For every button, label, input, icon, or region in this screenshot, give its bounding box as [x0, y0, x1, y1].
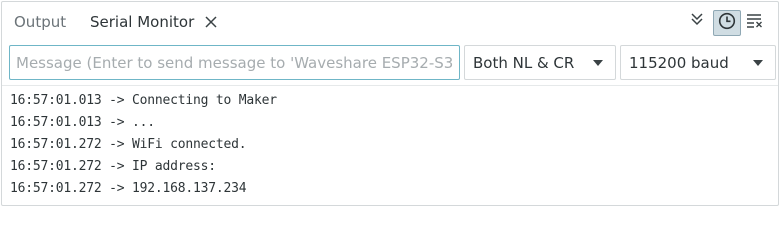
chevron-down-icon — [593, 59, 603, 66]
tab-output[interactable]: Output — [14, 2, 66, 42]
toggle-timestamp-button[interactable] — [713, 10, 741, 36]
double-chevron-down-icon — [690, 11, 704, 30]
line-ending-value: Both NL & CR — [473, 53, 575, 72]
log-line: 16:57:01.013 -> Connecting to Maker — [10, 93, 277, 108]
log-line: 16:57:01.013 -> ... — [10, 115, 155, 130]
clear-output-icon — [746, 12, 764, 32]
baud-rate-value: 115200 baud — [629, 53, 729, 72]
baud-rate-select[interactable]: 115200 baud — [620, 45, 776, 80]
serial-output-log: 16:57:01.013 -> Connecting to Maker 16:5… — [10, 90, 770, 200]
close-icon[interactable] — [204, 15, 218, 29]
clock-icon — [718, 12, 736, 34]
log-line: 16:57:01.272 -> 192.168.137.234 — [10, 181, 247, 196]
tab-serial-monitor-label: Serial Monitor — [90, 13, 195, 31]
autoscroll-button[interactable] — [686, 9, 708, 31]
input-row: Both NL & CR 115200 baud — [9, 45, 776, 80]
message-input[interactable] — [9, 45, 460, 80]
divider — [2, 85, 778, 86]
clear-output-button[interactable] — [743, 11, 767, 33]
tab-bar: Output Serial Monitor — [2, 2, 778, 42]
line-ending-select[interactable]: Both NL & CR — [464, 45, 616, 80]
tab-output-label: Output — [14, 13, 67, 31]
log-line: 16:57:01.272 -> IP address: — [10, 159, 216, 174]
serial-monitor-panel: Output Serial Monitor Message (Enter to … — [1, 1, 779, 206]
tab-serial-monitor[interactable]: Serial Monitor — [90, 2, 218, 42]
chevron-down-icon — [753, 59, 763, 66]
log-line: 16:57:01.272 -> WiFi connected. — [10, 137, 247, 152]
